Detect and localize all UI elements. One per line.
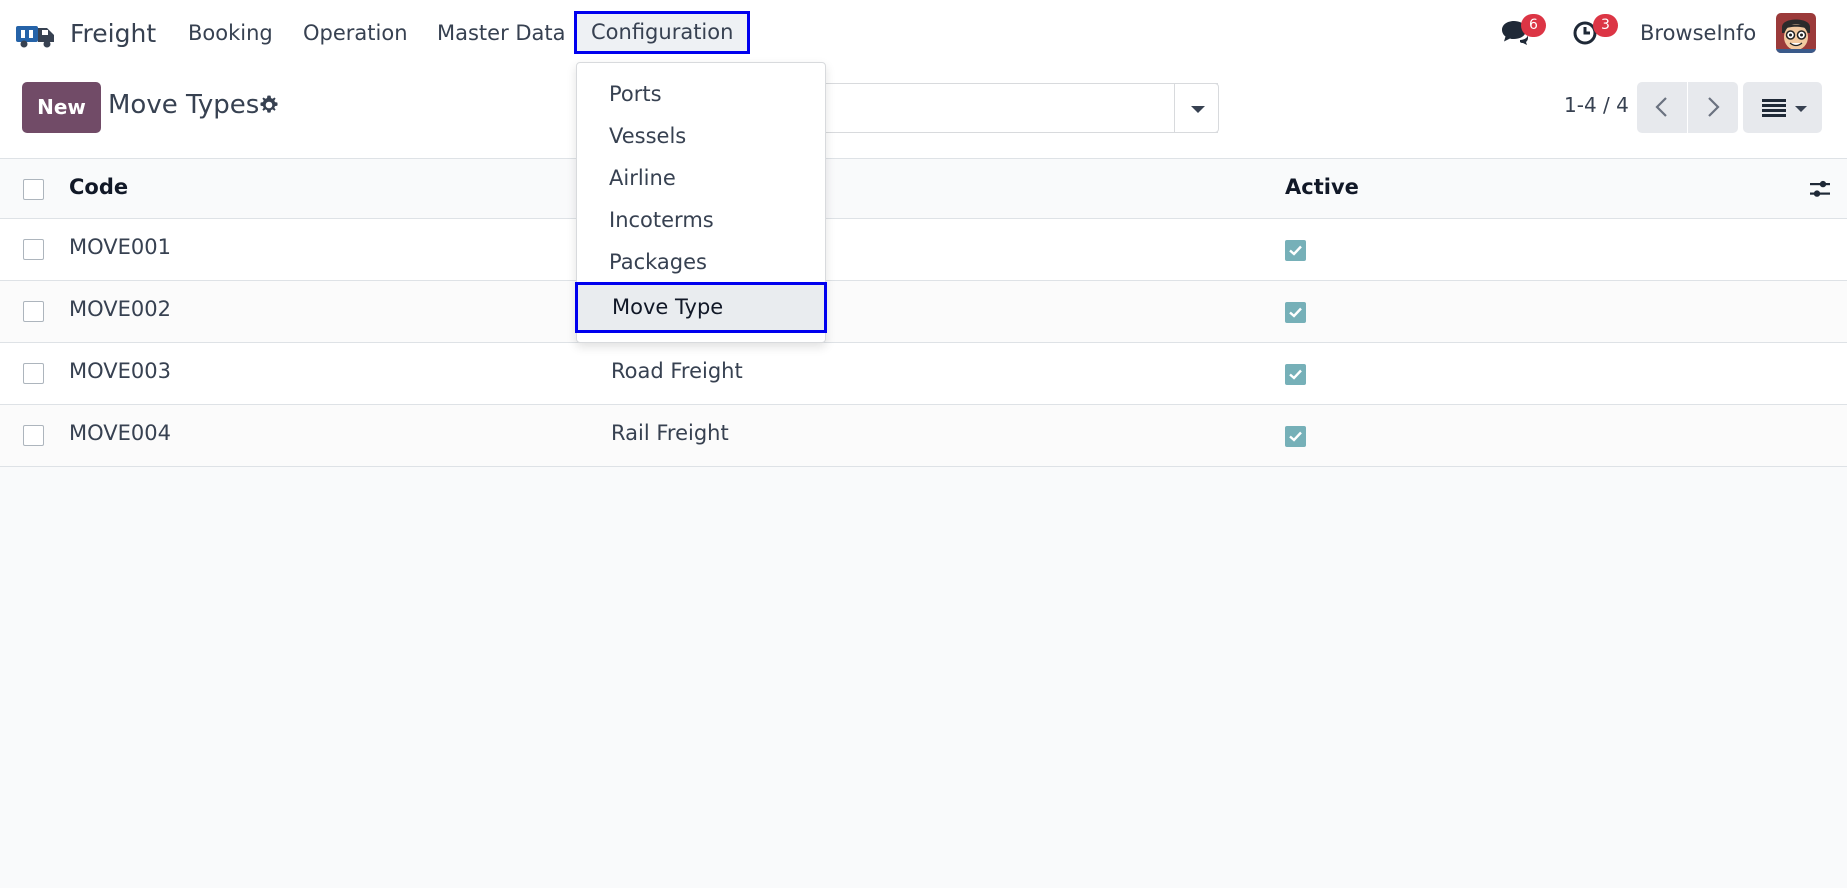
chevron-left-icon xyxy=(1655,97,1667,117)
check-icon xyxy=(1289,369,1302,380)
gear-icon[interactable] xyxy=(258,94,280,116)
activities-badge: 3 xyxy=(1593,14,1618,37)
check-icon xyxy=(1289,307,1302,318)
menu-item-ports[interactable]: Ports xyxy=(577,73,825,115)
column-header-code[interactable]: Code xyxy=(69,175,128,199)
menu-operation[interactable]: Operation xyxy=(303,16,408,50)
user-avatar[interactable] xyxy=(1776,13,1816,53)
menu-item-airline[interactable]: Airline xyxy=(577,157,825,199)
messages-badge: 6 xyxy=(1521,14,1546,37)
top-navbar: Freight Booking Operation Master Data Co… xyxy=(0,0,1847,66)
menu-booking[interactable]: Booking xyxy=(188,16,273,50)
table-row[interactable]: MOVE002 xyxy=(0,281,1847,343)
pager-value[interactable]: 1-4 / 4 xyxy=(1564,93,1629,117)
check-icon xyxy=(1289,431,1302,442)
pager-next-button[interactable] xyxy=(1688,82,1738,133)
cell-name: Rail Freight xyxy=(611,421,729,445)
row-checkbox[interactable] xyxy=(23,301,44,322)
row-checkbox[interactable] xyxy=(23,425,44,446)
search-options-toggle[interactable] xyxy=(1174,83,1219,133)
chevron-down-icon xyxy=(1795,106,1807,112)
truck-icon xyxy=(16,26,54,48)
chevron-right-icon xyxy=(1708,97,1720,117)
active-checkbox xyxy=(1285,240,1306,261)
cell-code: MOVE004 xyxy=(69,421,171,445)
menu-item-incoterms[interactable]: Incoterms xyxy=(577,199,825,241)
select-all-checkbox[interactable] xyxy=(23,179,44,200)
new-button[interactable]: New xyxy=(22,82,101,133)
control-panel: New Move Types 1-4 / 4 xyxy=(0,66,1847,159)
menu-master-data[interactable]: Master Data xyxy=(437,16,566,50)
table-row[interactable]: MOVE003 Road Freight xyxy=(0,343,1847,405)
configuration-dropdown: Ports Vessels Airline Incoterms Packages… xyxy=(575,62,827,343)
active-checkbox xyxy=(1285,302,1306,323)
row-checkbox[interactable] xyxy=(23,239,44,260)
view-switcher-button[interactable] xyxy=(1743,82,1822,133)
menu-configuration[interactable]: Configuration xyxy=(574,11,751,54)
company-switcher[interactable]: BrowseInfo xyxy=(1640,16,1756,50)
list-view-icon xyxy=(1762,99,1786,117)
cell-code: MOVE003 xyxy=(69,359,171,383)
activities-button[interactable]: 3 xyxy=(1572,14,1618,50)
move-types-list: Code Active MOVE001 MOVE002 MOVE003 Road… xyxy=(0,159,1847,467)
pager-previous-button[interactable] xyxy=(1637,82,1687,133)
menu-item-packages[interactable]: Packages xyxy=(577,241,825,283)
messages-button[interactable]: 6 xyxy=(1500,14,1546,50)
search-input[interactable] xyxy=(820,83,1218,133)
column-header-active[interactable]: Active xyxy=(1285,175,1359,199)
page-title[interactable]: Move Types xyxy=(108,90,259,120)
table-row[interactable]: MOVE004 Rail Freight xyxy=(0,405,1847,467)
optional-columns-icon[interactable] xyxy=(1808,177,1832,201)
list-header: Code Active xyxy=(0,159,1847,219)
check-icon xyxy=(1289,245,1302,256)
menu-item-move-type[interactable]: Move Type xyxy=(575,282,827,333)
cell-name: Road Freight xyxy=(611,359,743,383)
menu-item-vessels[interactable]: Vessels xyxy=(577,115,825,157)
avatar-icon xyxy=(1776,13,1816,53)
cell-code: MOVE002 xyxy=(69,297,171,321)
table-row[interactable]: MOVE001 xyxy=(0,219,1847,281)
active-checkbox xyxy=(1285,364,1306,385)
row-checkbox[interactable] xyxy=(23,363,44,384)
active-checkbox xyxy=(1285,426,1306,447)
app-brand[interactable]: Freight xyxy=(16,14,156,52)
app-name: Freight xyxy=(70,18,157,48)
cell-code: MOVE001 xyxy=(69,235,171,259)
